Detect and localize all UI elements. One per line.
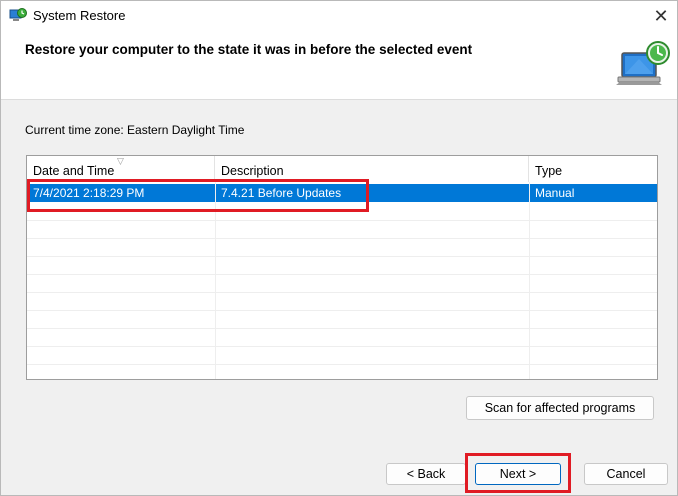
header-panel: System Restore ✕ Restore your computer t… xyxy=(1,1,677,100)
system-restore-computer-icon xyxy=(614,39,672,89)
cell-type: Manual xyxy=(535,186,575,200)
window-title: System Restore xyxy=(33,8,126,23)
cancel-button[interactable]: Cancel xyxy=(584,463,668,485)
column-header-type[interactable]: Type xyxy=(529,156,657,182)
restore-points-list[interactable]: Date and Time ▽ Description Type 7/4/202… xyxy=(26,155,658,380)
column-header-description[interactable]: Description xyxy=(215,156,529,182)
sort-arrow-icon: ▽ xyxy=(117,156,124,166)
close-icon[interactable]: ✕ xyxy=(649,5,673,27)
grid-line xyxy=(27,310,657,311)
cell-date: 7/4/2021 2:18:29 PM xyxy=(33,186,145,200)
scan-affected-programs-button[interactable]: Scan for affected programs xyxy=(466,396,654,420)
next-button[interactable]: Next > xyxy=(475,463,561,485)
grid-line xyxy=(529,182,530,379)
grid-line xyxy=(27,328,657,329)
timezone-label: Current time zone: Eastern Daylight Time xyxy=(25,123,245,137)
page-heading: Restore your computer to the state it wa… xyxy=(25,42,473,57)
grid-line xyxy=(27,274,657,275)
back-button[interactable]: < Back xyxy=(386,463,466,485)
system-restore-icon xyxy=(9,8,27,24)
column-header-date-label: Date and Time xyxy=(33,164,115,178)
grid-line xyxy=(27,364,657,365)
grid-line xyxy=(27,220,657,221)
cell-description: 7.4.21 Before Updates xyxy=(221,186,342,200)
grid-line xyxy=(27,256,657,257)
table-row[interactable]: 7/4/2021 2:18:29 PM 7.4.21 Before Update… xyxy=(27,184,657,202)
grid-line xyxy=(215,182,216,379)
column-header-date[interactable]: Date and Time ▽ xyxy=(27,156,215,182)
grid-line xyxy=(27,238,657,239)
grid-line xyxy=(27,292,657,293)
system-restore-window: System Restore ✕ Restore your computer t… xyxy=(0,0,678,496)
grid-line xyxy=(27,346,657,347)
